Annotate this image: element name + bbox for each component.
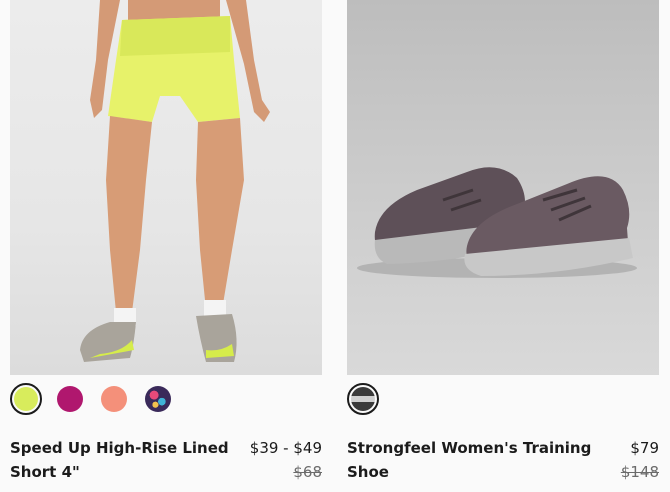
product-card-shorts[interactable]: Speed Up High-Rise Lined Short 4" $39 - … bbox=[10, 0, 322, 481]
original-price: $148 bbox=[620, 463, 659, 481]
swatch-dot bbox=[57, 386, 83, 412]
swatch-2[interactable] bbox=[98, 383, 130, 415]
sale-price: $79 bbox=[630, 439, 659, 457]
swatch-1[interactable] bbox=[54, 383, 86, 415]
sale-price: $39 - $49 bbox=[249, 439, 322, 457]
swatch-0[interactable] bbox=[347, 383, 379, 415]
product-card-shoe[interactable]: Strongfeel Women's Training Shoe $79 $14… bbox=[347, 0, 659, 481]
price-block: $39 - $49 $68 bbox=[250, 436, 322, 484]
model-shorts-illustration bbox=[80, 0, 270, 362]
color-swatches bbox=[10, 383, 174, 415]
swatch-dot bbox=[351, 387, 375, 411]
swatch-dot bbox=[145, 386, 171, 412]
color-swatches bbox=[347, 383, 379, 415]
product-image-shoe[interactable] bbox=[347, 0, 659, 375]
swatch-0[interactable] bbox=[10, 383, 42, 415]
swatch-3[interactable] bbox=[142, 383, 174, 415]
original-price: $68 bbox=[293, 463, 322, 481]
product-image-shorts[interactable] bbox=[10, 0, 322, 375]
product-info: Speed Up High-Rise Lined Short 4" $39 - … bbox=[10, 436, 322, 484]
product-title[interactable]: Speed Up High-Rise Lined Short 4" bbox=[10, 436, 230, 484]
product-title[interactable]: Strongfeel Women's Training Shoe bbox=[347, 436, 617, 484]
product-info: Strongfeel Women's Training Shoe $79 $14… bbox=[347, 436, 659, 484]
price-block: $79 $148 bbox=[621, 436, 659, 484]
swatch-dot bbox=[101, 386, 127, 412]
shoes-illustration bbox=[357, 167, 637, 278]
swatch-dot bbox=[14, 387, 38, 411]
